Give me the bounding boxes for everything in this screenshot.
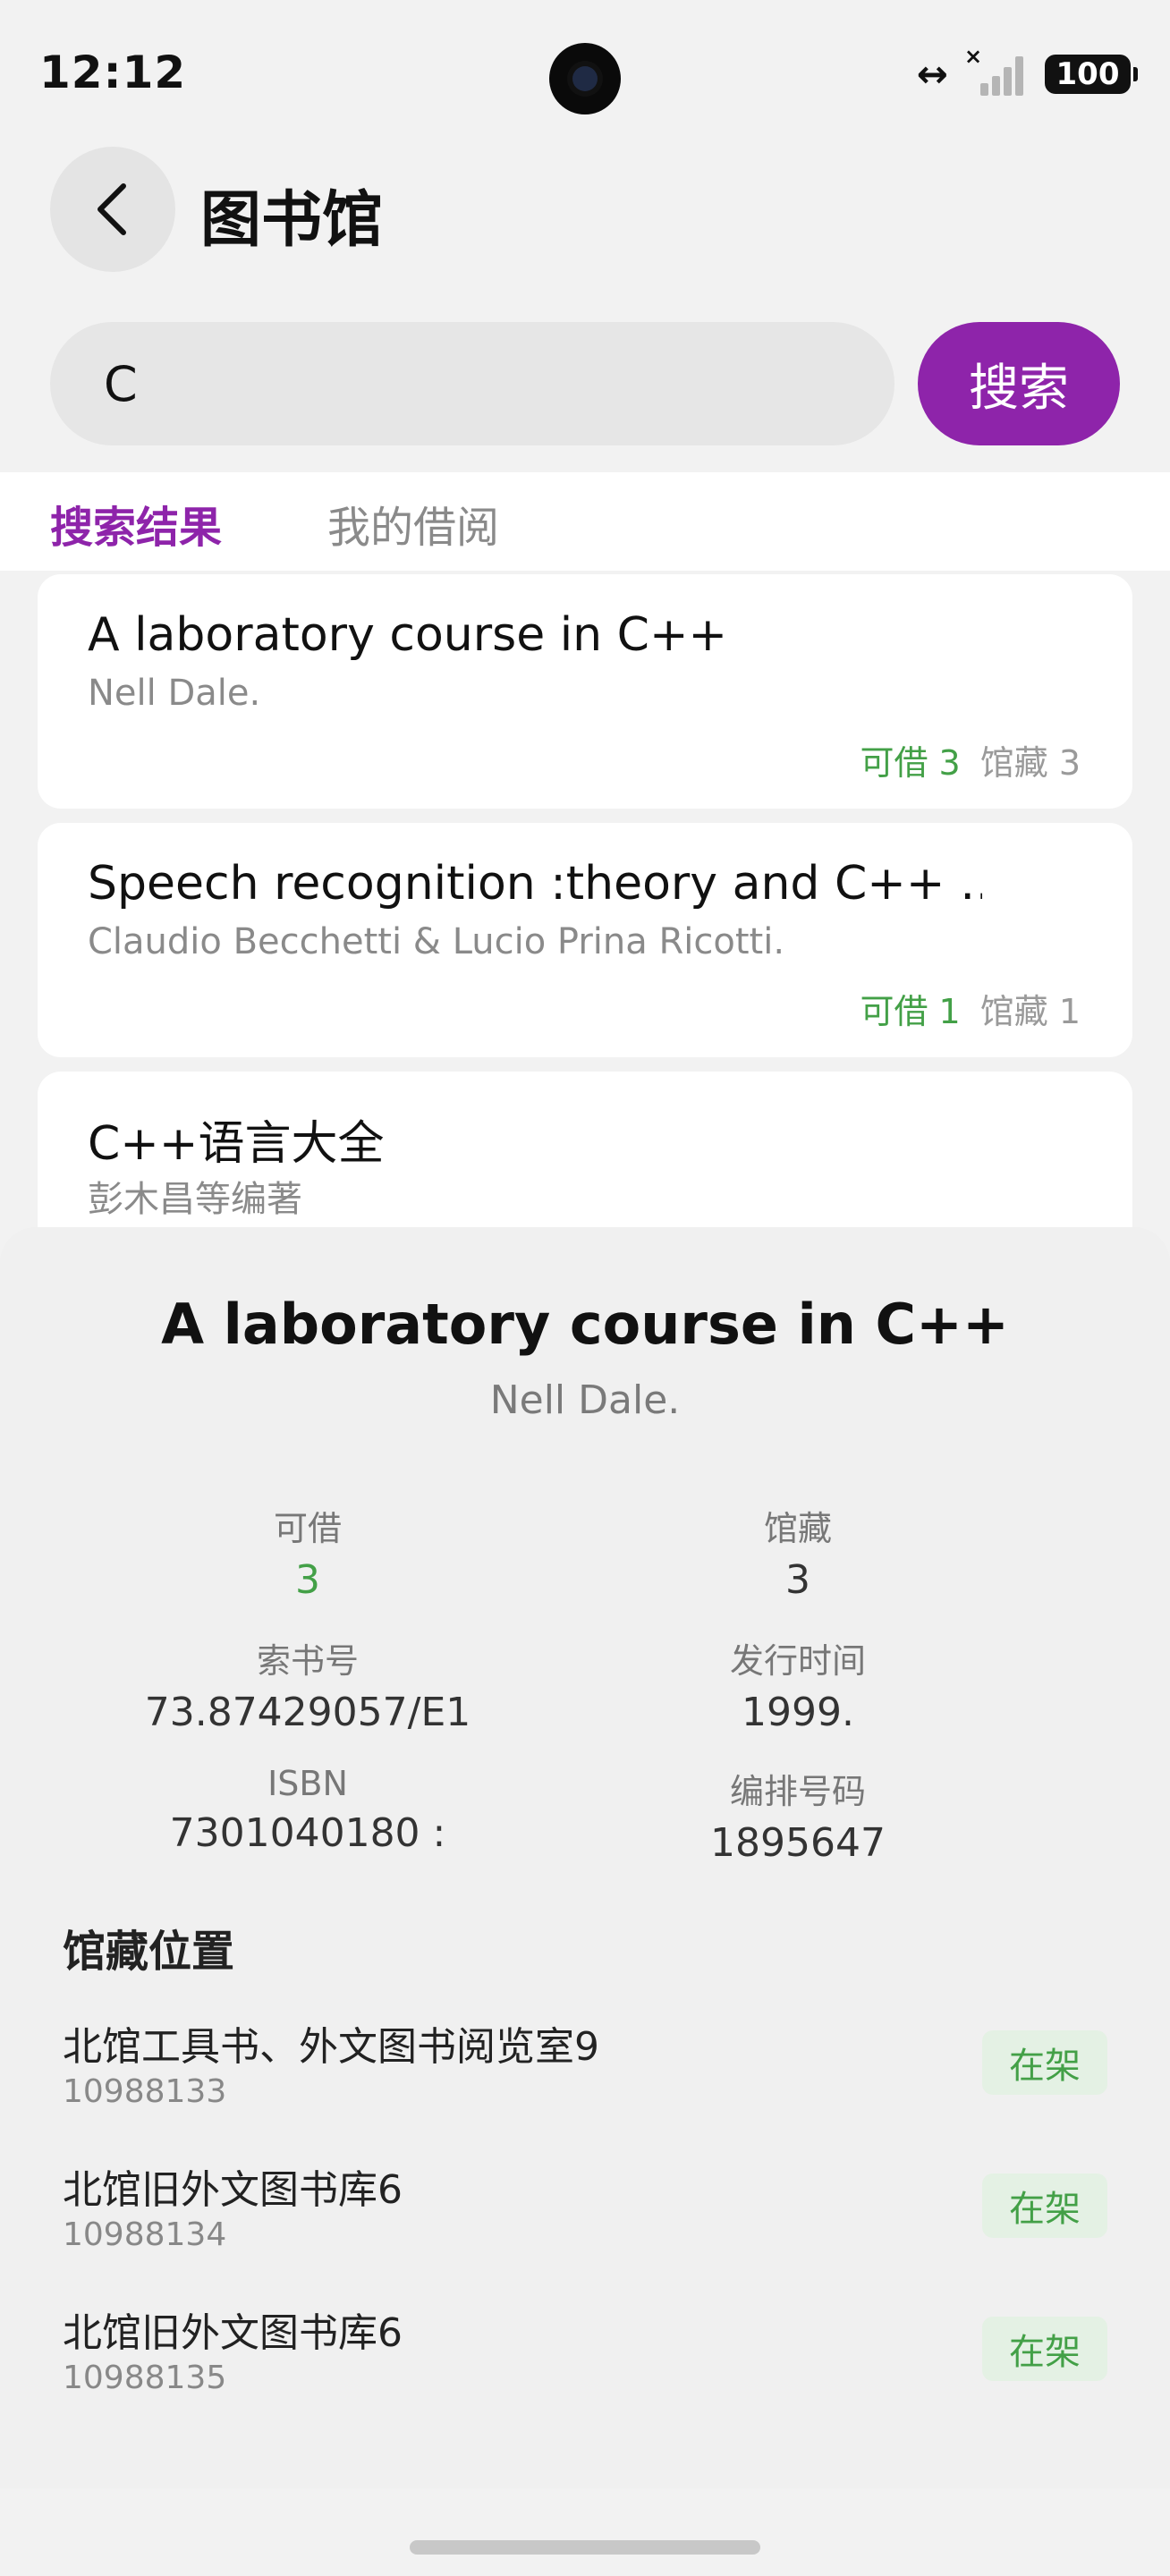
copy-counts: 可借 3 馆藏 3	[860, 735, 1081, 784]
search-input[interactable]: C	[50, 322, 894, 445]
detail-author: Nell Dale.	[489, 1377, 681, 1423]
field-call-number: 索书号 73.87429057/E1	[57, 1633, 558, 1735]
result-card[interactable]: Speech recognition :theory and C++ … Cla…	[38, 823, 1132, 1057]
field-value: 3	[785, 1557, 810, 1603]
field-isbn: ISBN 7301040180 :	[57, 1764, 558, 1856]
book-author: 彭木昌等编著	[88, 1179, 302, 1220]
signal-icon: ×	[964, 44, 1025, 96]
field-available: 可借 3	[57, 1501, 558, 1603]
tab-bar: 搜索结果 我的借阅	[0, 472, 1170, 571]
field-value: 1895647	[710, 1820, 886, 1866]
book-title: C++语言大全	[88, 1117, 385, 1171]
battery-icon: 100	[1045, 54, 1138, 94]
data-transfer-icon: ↔	[916, 52, 948, 96]
location-row: 北馆旧外文图书库6 10988135 在架	[63, 2301, 1107, 2417]
book-author: Nell Dale.	[88, 673, 261, 714]
field-holdings: 馆藏 3	[547, 1501, 1048, 1603]
result-card[interactable]: A laboratory course in C++ Nell Dale. 可借…	[38, 574, 1132, 809]
location-barcode: 10988134	[63, 2216, 227, 2253]
available-count: 可借 3	[860, 743, 961, 783]
locations-title: 馆藏位置	[63, 1927, 235, 1977]
field-value: 1999.	[742, 1690, 854, 1735]
book-author: Claudio Becchetti & Lucio Prina Ricotti.	[88, 921, 785, 962]
tab-search-results[interactable]: 搜索结果	[50, 492, 222, 555]
status-badge: 在架	[982, 2317, 1107, 2381]
field-label: 可借	[273, 1509, 342, 1548]
back-button[interactable]	[50, 147, 175, 272]
field-publish-date: 发行时间 1999.	[547, 1633, 1048, 1735]
chevron-left-icon	[98, 183, 126, 235]
field-value: 3	[295, 1557, 320, 1603]
status-time: 12:12	[39, 47, 187, 98]
book-title: A laboratory course in C++	[88, 608, 728, 662]
status-bar: 12:12 ↔ × 100	[0, 0, 1170, 157]
location-name: 北馆工具书、外文图书阅览室9	[63, 2024, 599, 2070]
field-label: 编排号码	[729, 1772, 866, 1811]
field-label: 发行时间	[729, 1641, 866, 1681]
tab-my-borrowing[interactable]: 我的借阅	[327, 492, 499, 555]
available-count: 可借 1	[860, 992, 961, 1031]
field-record-number: 编排号码 1895647	[547, 1764, 1048, 1866]
detail-title: A laboratory course in C++	[161, 1292, 1009, 1357]
status-icons: ↔ × 100	[916, 44, 1138, 96]
location-name: 北馆旧外文图书库6	[63, 2167, 403, 2213]
holdings-count: 馆藏 1	[979, 992, 1081, 1031]
copy-counts: 可借 1 馆藏 1	[860, 984, 1081, 1033]
location-name: 北馆旧外文图书库6	[63, 2310, 403, 2356]
book-title: Speech recognition :theory and C++ …	[88, 857, 982, 911]
field-value: 73.87429057/E1	[144, 1690, 471, 1735]
search-button[interactable]: 搜索	[918, 322, 1120, 445]
field-value: 7301040180 :	[169, 1810, 446, 1856]
holdings-count: 馆藏 3	[979, 743, 1081, 783]
location-barcode: 10988135	[63, 2360, 227, 2396]
book-detail-sheet: A laboratory course in C++ Nell Dale. 可借…	[0, 1227, 1170, 2488]
location-row: 北馆旧外文图书库6 10988134 在架	[63, 2157, 1107, 2274]
page-title: 图书馆	[200, 185, 384, 256]
location-row: 北馆工具书、外文图书阅览室9 10988133 在架	[63, 2014, 1107, 2131]
status-badge: 在架	[982, 2174, 1107, 2238]
status-badge: 在架	[982, 2030, 1107, 2095]
field-label: 馆藏	[763, 1509, 832, 1548]
field-label: 索书号	[256, 1641, 359, 1681]
field-label: ISBN	[267, 1764, 348, 1803]
location-barcode: 10988133	[63, 2073, 227, 2110]
front-camera	[549, 43, 621, 114]
home-indicator[interactable]	[410, 2540, 760, 2555]
